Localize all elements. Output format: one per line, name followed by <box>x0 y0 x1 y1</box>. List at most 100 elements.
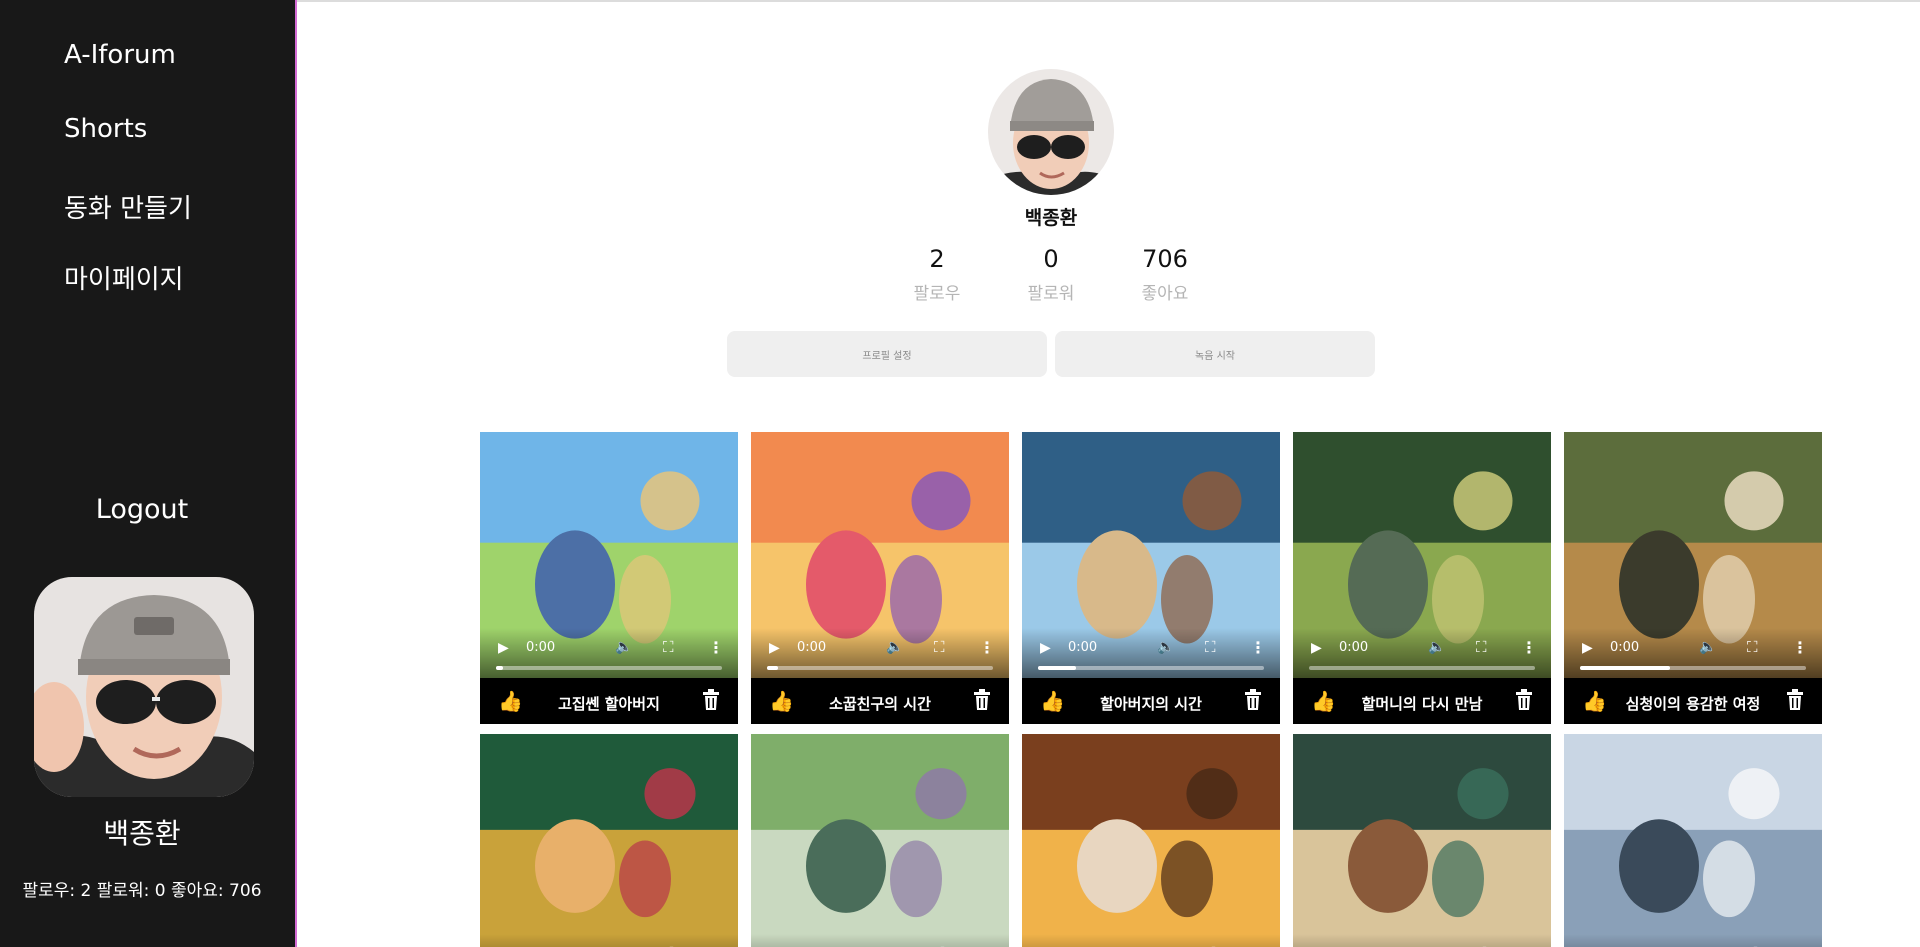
volume-icon[interactable]: 🔈 <box>615 639 632 655</box>
nav-aiforum[interactable]: A-Iforum <box>64 40 176 70</box>
stat-likes: 706 좋아요 <box>1110 245 1220 304</box>
video-title: 할머니의 다시 만남 <box>1361 695 1483 713</box>
video-title: 고집쎈 할아버지 <box>558 695 660 713</box>
volume-icon[interactable]: 🔈 <box>1699 639 1716 655</box>
stat-following-value: 2 <box>929 245 945 273</box>
thumbs-up-icon[interactable]: 👍 <box>1311 689 1336 713</box>
video-progress-fill <box>1038 666 1077 670</box>
video-thumbnail[interactable] <box>751 734 1009 947</box>
stat-following[interactable]: 2 팔로우 <box>882 245 992 304</box>
video-controls: ▶ 0:00 🔈 ⛶ ⋮ <box>751 628 1009 678</box>
video-progress-bar[interactable] <box>1580 666 1806 670</box>
video-progress-fill <box>496 666 503 670</box>
video-card-row2[interactable]: ▶0:00🔈⛶⋮ <box>1022 734 1280 947</box>
fullscreen-icon[interactable]: ⛶ <box>1747 638 1758 656</box>
video-card[interactable]: ▶ 0:00 🔈 ⛶ ⋮ 👍 소꿉친구의 시간 <box>751 432 1009 724</box>
nav-mypage[interactable]: 마이페이지 <box>64 259 184 296</box>
nav-make-story[interactable]: 동화 만들기 <box>64 188 192 225</box>
sidebar-avatar[interactable] <box>34 577 254 797</box>
play-icon[interactable]: ▶ <box>1311 640 1322 656</box>
stat-following-label: 팔로우 <box>913 284 961 304</box>
thumbs-up-icon[interactable]: 👍 <box>1040 689 1065 713</box>
play-icon[interactable]: ▶ <box>1582 640 1593 656</box>
fullscreen-icon[interactable]: ⛶ <box>663 638 674 656</box>
more-vertical-icon[interactable]: ⋮ <box>1250 638 1266 657</box>
video-card-row2[interactable]: ▶0:00🔈⛶⋮ <box>480 734 738 947</box>
stat-followers-value: 0 <box>1043 245 1059 273</box>
volume-icon[interactable]: 🔈 <box>886 639 903 655</box>
video-card-row2[interactable]: ▶0:00🔈⛶⋮ <box>751 734 1009 947</box>
volume-icon[interactable]: 🔈 <box>1157 639 1174 655</box>
sidebar-user-name: 백종환 <box>103 817 181 850</box>
video-title: 할아버지의 시간 <box>1100 695 1202 713</box>
more-vertical-icon[interactable]: ⋮ <box>708 638 724 657</box>
thumbs-up-icon[interactable]: 👍 <box>769 689 794 713</box>
profile-name: 백종환 <box>1024 207 1078 229</box>
video-progress-fill <box>767 666 779 670</box>
video-card[interactable]: ▶ 0:00 🔈 ⛶ ⋮ 👍 고집쎈 할아버지 <box>480 432 738 724</box>
video-card-footer: 👍 소꿉친구의 시간 <box>751 678 1009 724</box>
video-thumbnail[interactable] <box>1564 734 1822 947</box>
more-vertical-icon[interactable]: ⋮ <box>979 638 995 657</box>
logout-button[interactable]: Logout <box>0 494 284 525</box>
video-time: 0:00 <box>526 640 556 655</box>
video-card-row2[interactable]: ▶0:00🔈⛶⋮ <box>1564 734 1822 947</box>
fullscreen-icon[interactable]: ⛶ <box>934 638 945 656</box>
video-controls: ▶ 0:00 🔈 ⛶ ⋮ <box>1022 628 1280 678</box>
fullscreen-icon[interactable]: ⛶ <box>1205 638 1216 656</box>
nav-shorts[interactable]: Shorts <box>64 114 147 144</box>
video-progress-bar[interactable] <box>1309 666 1535 670</box>
more-vertical-icon[interactable]: ⋮ <box>1792 638 1808 657</box>
video-title: 심청이의 용감한 여정 <box>1625 695 1761 713</box>
trash-icon[interactable] <box>1786 689 1804 715</box>
video-time: 0:00 <box>1610 640 1640 655</box>
trash-icon[interactable] <box>1244 689 1262 715</box>
video-controls: ▶ 0:00 🔈 ⛶ ⋮ <box>1293 628 1551 678</box>
profile-avatar <box>988 69 1114 195</box>
thumbs-up-icon[interactable]: 👍 <box>1582 689 1607 713</box>
video-card[interactable]: ▶ 0:00 🔈 ⛶ ⋮ 👍 심청이의 용감한 여정 <box>1564 432 1822 724</box>
video-progress-bar[interactable] <box>1038 666 1264 670</box>
video-controls: ▶ 0:00 🔈 ⛶ ⋮ <box>1564 628 1822 678</box>
trash-icon[interactable] <box>973 689 991 715</box>
video-controls: ▶0:00🔈⛶⋮ <box>1293 934 1551 947</box>
video-thumbnail[interactable] <box>1022 734 1280 947</box>
video-progress-fill <box>1580 666 1671 670</box>
video-card[interactable]: ▶ 0:00 🔈 ⛶ ⋮ 👍 할머니의 다시 만남 <box>1293 432 1551 724</box>
fullscreen-icon[interactable]: ⛶ <box>1476 638 1487 656</box>
stat-followers[interactable]: 0 팔로워 <box>996 245 1106 304</box>
play-icon[interactable]: ▶ <box>498 640 509 656</box>
video-time: 0:00 <box>797 640 827 655</box>
video-controls: ▶0:00🔈⛶⋮ <box>1564 934 1822 947</box>
video-thumbnail[interactable] <box>480 734 738 947</box>
stat-likes-label: 좋아요 <box>1141 284 1189 304</box>
video-progress-bar[interactable] <box>767 666 993 670</box>
trash-icon[interactable] <box>1515 689 1533 715</box>
more-vertical-icon[interactable]: ⋮ <box>1521 638 1537 657</box>
video-time: 0:00 <box>1339 640 1369 655</box>
video-card-footer: 👍 할아버지의 시간 <box>1022 678 1280 724</box>
video-card-footer: 👍 할머니의 다시 만남 <box>1293 678 1551 724</box>
video-controls: ▶0:00🔈⛶⋮ <box>751 934 1009 947</box>
video-card-footer: 👍 고집쎈 할아버지 <box>480 678 738 724</box>
video-thumbnail[interactable] <box>1293 734 1551 947</box>
stat-followers-label: 팔로워 <box>1027 284 1075 304</box>
play-icon[interactable]: ▶ <box>1040 640 1051 656</box>
volume-icon[interactable]: 🔈 <box>1428 639 1445 655</box>
video-card-footer: 👍 심청이의 용감한 여정 <box>1564 678 1822 724</box>
video-controls: ▶0:00🔈⛶⋮ <box>1022 934 1280 947</box>
video-card[interactable]: ▶ 0:00 🔈 ⛶ ⋮ 👍 할아버지의 시간 <box>1022 432 1280 724</box>
sidebar: A-Iforum Shorts 동화 만들기 마이페이지 Logout 백종환 … <box>0 0 297 947</box>
video-controls: ▶0:00🔈⛶⋮ <box>480 934 738 947</box>
profile-settings-button[interactable]: 프로필 설정 <box>727 331 1047 377</box>
sidebar-user-stats: 팔로우: 2 팔로워: 0 좋아요: 706 <box>22 881 262 901</box>
video-time: 0:00 <box>1068 640 1098 655</box>
play-icon[interactable]: ▶ <box>769 640 780 656</box>
record-start-button[interactable]: 녹음 시작 <box>1055 331 1375 377</box>
video-controls: ▶ 0:00 🔈 ⛶ ⋮ <box>480 628 738 678</box>
trash-icon[interactable] <box>702 689 720 715</box>
video-title: 소꿉친구의 시간 <box>829 695 931 713</box>
video-card-row2[interactable]: ▶0:00🔈⛶⋮ <box>1293 734 1551 947</box>
video-progress-bar[interactable] <box>496 666 722 670</box>
thumbs-up-icon[interactable]: 👍 <box>498 689 523 713</box>
